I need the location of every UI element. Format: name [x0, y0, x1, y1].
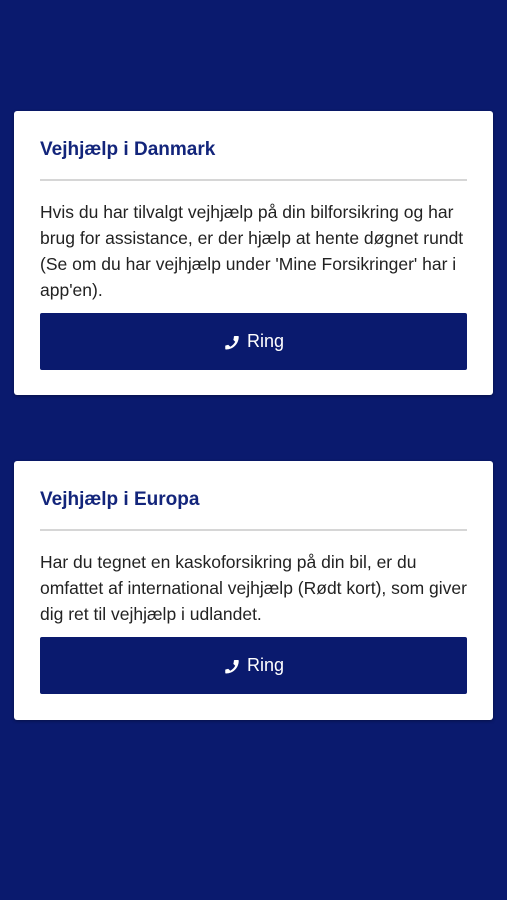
phone-icon: [223, 333, 241, 351]
divider: [40, 529, 467, 531]
call-button-label: Ring: [246, 655, 285, 675]
card-title: Vejhjælp i Europa: [40, 489, 200, 510]
divider: [40, 179, 467, 181]
roadside-assistance-denmark-card: Vejhjælp i Danmark Hvis du har tilvalgt …: [14, 111, 493, 395]
roadside-assistance-europe-card: Vejhjælp i Europa Har du tegnet en kasko…: [14, 461, 493, 720]
card-title: Vejhjælp i Danmark: [40, 139, 216, 160]
card-description: Hvis du har tilvalgt vejhjælp på din bil…: [40, 202, 464, 300]
call-button-denmark[interactable]: Ring: [40, 313, 467, 370]
card-description: Har du tegnet en kaskoforsikring på din …: [40, 552, 467, 624]
phone-icon: [223, 657, 241, 675]
call-button-europe[interactable]: Ring: [40, 637, 467, 694]
call-button-label: Ring: [246, 331, 285, 351]
